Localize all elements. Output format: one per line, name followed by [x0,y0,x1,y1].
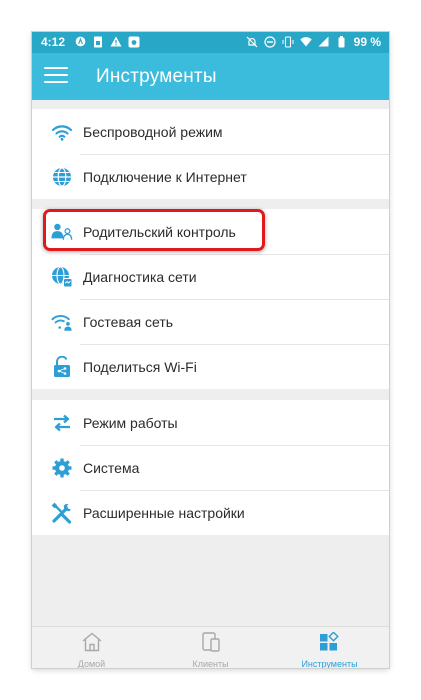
signal-icon [318,36,330,48]
tab-label: Инструменты [301,659,358,668]
share-lock-icon [51,355,73,378]
menu-item-label: Беспроводной режим [83,123,223,140]
tools-grid-icon [319,631,341,657]
globe-icon [51,166,73,188]
devices-icon [200,632,222,657]
gear-icon [51,457,73,479]
tab-tools[interactable]: Инструменты [270,627,389,668]
menu-item-internet[interactable]: Подключение к Интернет [32,154,389,199]
menu-item-label: Расширенные настройки [83,504,245,521]
battery-level: 99 % [353,35,381,49]
tab-home[interactable]: Домой [32,627,151,668]
camera-icon [128,36,140,48]
app-bar: Инструменты [32,53,389,100]
wifi-icon [51,121,73,143]
tools-icon [51,502,73,524]
menu-item-wireless[interactable]: Беспроводной режим [32,109,389,154]
menu-item-label: Гостевая сеть [83,313,174,330]
menu-item-label: Система [83,459,140,476]
tools-section-1: Беспроводной режим Подключение к Интерне… [32,109,389,199]
status-bar: 4:12 99 % [32,32,389,53]
menu-item-label: Подключение к Интернет [83,168,247,185]
tab-label: Домой [77,659,106,668]
warning-icon [110,36,122,48]
globe-diagnostic-icon [51,265,73,288]
status-right-icons: 99 % [246,35,381,49]
home-icon [81,632,103,657]
swap-arrows-icon [51,412,73,434]
menu-item-label: Диагностика сети [83,268,197,285]
status-time: 4:12 [41,35,66,49]
phone-screen: 4:12 99 % Инструменты Беспроводной режим… [32,32,389,668]
a-circle-icon [74,36,86,48]
battery-icon [336,36,348,48]
menu-item-network-diagnostics[interactable]: Диагностика сети [32,254,389,299]
menu-item-share-wifi[interactable]: Поделиться Wi-Fi [32,344,389,389]
bottom-nav: Домой Клиенты Инструменты [32,626,389,668]
highlight-box [43,209,265,251]
wifi-icon [299,36,312,48]
menu-item-advanced-settings[interactable]: Расширенные настройки [32,490,389,535]
menu-item-system[interactable]: Система [32,445,389,490]
tools-section-3: Режим работы Система Расширенные настрой… [32,400,389,535]
menu-item-operation-mode[interactable]: Режим работы [32,400,389,445]
vibrate-icon [282,36,294,48]
status-left-icons [74,36,140,48]
bell-off-icon [246,36,258,48]
tab-clients[interactable]: Клиенты [151,627,270,668]
page-title: Инструменты [96,66,217,87]
guest-wifi-icon [51,311,73,333]
menu-item-label: Поделиться Wi-Fi [83,358,197,375]
menu-item-guest-network[interactable]: Гостевая сеть [32,299,389,344]
dnd-icon [264,36,276,48]
tab-label: Клиенты [192,659,229,668]
hamburger-menu-icon[interactable] [44,67,68,87]
sim-icon [92,36,104,48]
menu-item-label: Режим работы [83,414,178,431]
